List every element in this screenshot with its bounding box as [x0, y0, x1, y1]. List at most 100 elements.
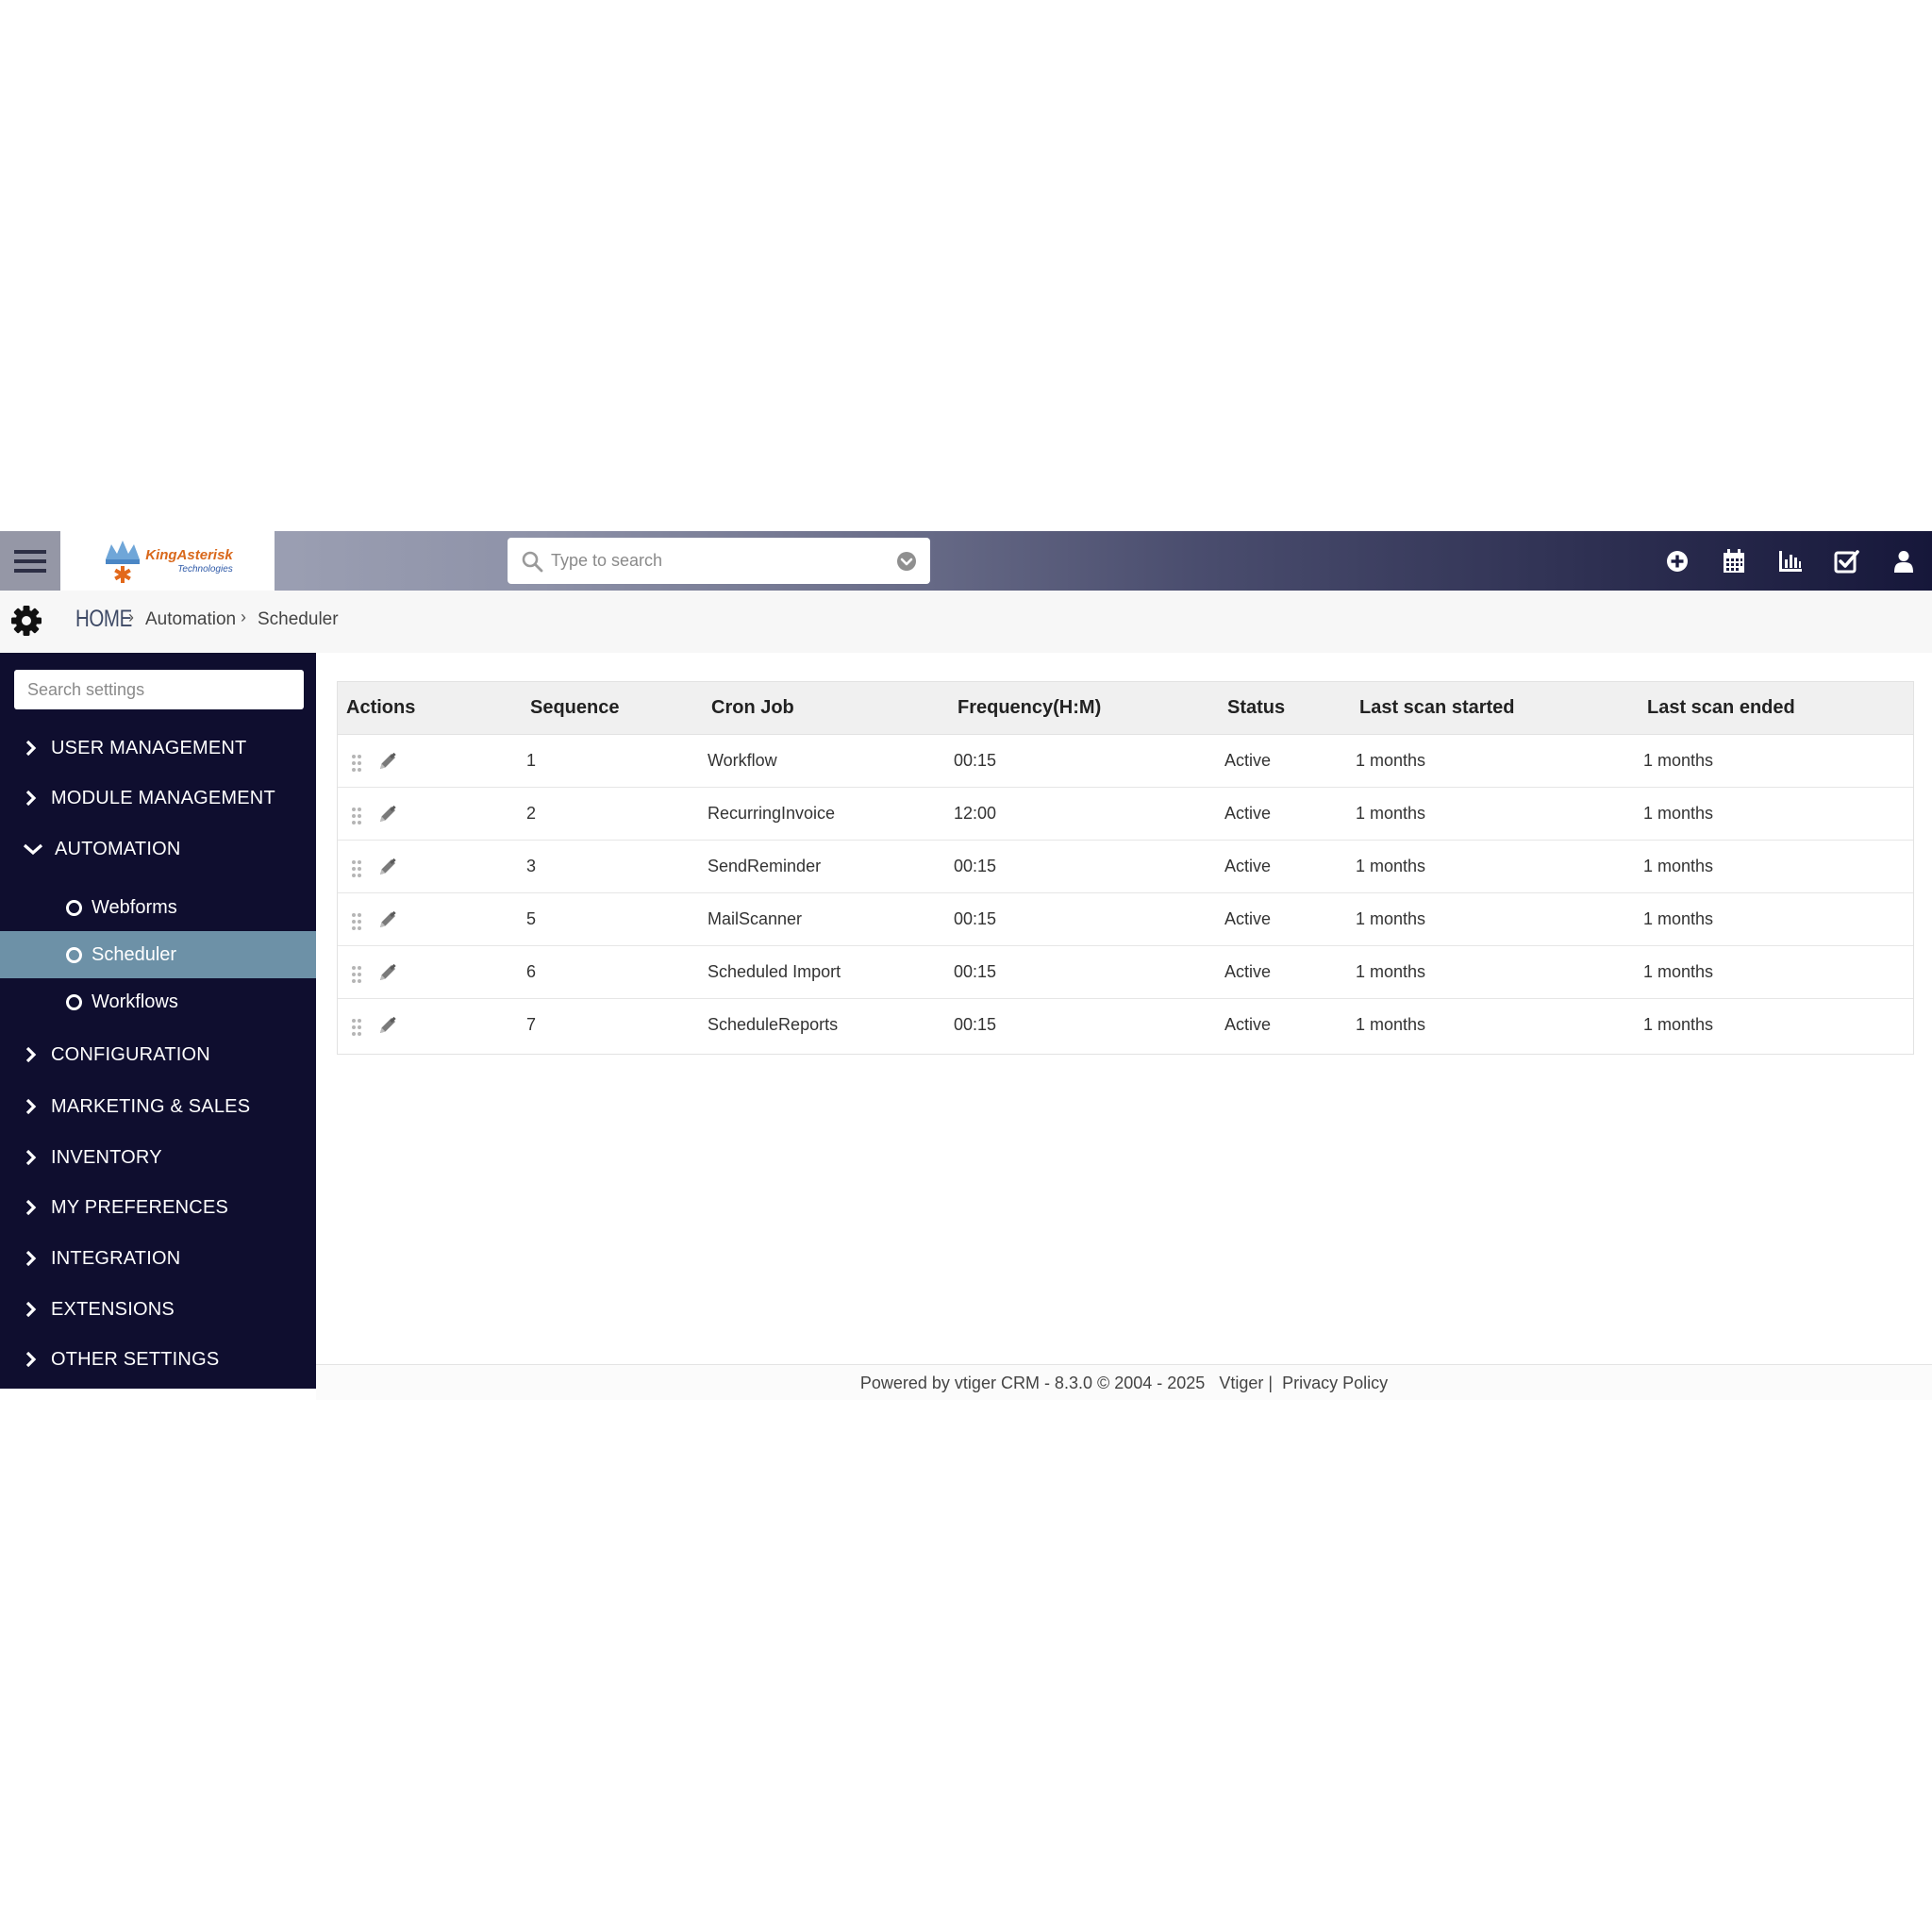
drag-handle-icon[interactable]: [351, 912, 362, 931]
sidebar-item-label: MY PREFERENCES: [51, 1196, 229, 1218]
cell-frequency: 00:15: [954, 909, 997, 928]
cell-sequence: 1: [526, 751, 537, 770]
cell-sequence: 2: [526, 804, 537, 823]
cell-status: Active: [1224, 804, 1272, 823]
sidebar-item-marketing-sales[interactable]: MARKETING & SALES: [0, 1083, 316, 1130]
cell-last-scan-started: 1 months: [1356, 804, 1426, 823]
drag-handle-icon[interactable]: [351, 859, 362, 878]
chevron-right-icon: [25, 1199, 37, 1216]
cell-last-scan-started: 1 months: [1356, 1015, 1426, 1034]
table-row: 3 SendReminder 00:15 Active 1 months 1 months: [338, 841, 1913, 893]
settings-sidebar: USER MANAGEMENT MODULE MANAGEMENT AUTOMA…: [0, 653, 316, 1389]
reports-button[interactable]: [1762, 531, 1819, 591]
circle-icon: [66, 993, 82, 1010]
footer-privacy-link[interactable]: Privacy Policy: [1282, 1374, 1388, 1392]
cell-last-scan-started: 1 months: [1356, 751, 1426, 770]
cell-sequence: 5: [526, 909, 537, 928]
cell-sequence: 6: [526, 962, 537, 981]
user-icon: [1894, 550, 1913, 573]
column-header-frequency: Frequency(H:M): [958, 697, 1102, 718]
table-row: 7 ScheduleReports 00:15 Active 1 months 1 mon…: [338, 999, 1913, 1054]
footer-vtiger-link[interactable]: Vtiger: [1219, 1374, 1263, 1392]
circle-icon: [66, 946, 82, 963]
quick-create-button[interactable]: [1649, 531, 1706, 591]
sidebar-item-integration[interactable]: INTEGRATION: [0, 1235, 316, 1282]
cell-last-scan-started: 1 months: [1356, 857, 1426, 875]
sidebar-item-configuration[interactable]: CONFIGURATION: [0, 1031, 316, 1078]
drag-handle-icon[interactable]: [351, 965, 362, 984]
cell-frequency: 12:00: [954, 804, 997, 823]
gear-icon[interactable]: [9, 604, 43, 638]
sidebar-item-extensions[interactable]: EXTENSIONS: [0, 1286, 316, 1333]
cell-sequence: 7: [526, 1015, 537, 1034]
logo-subtitle: Technologies: [177, 564, 233, 575]
app-menu-button[interactable]: [0, 531, 60, 591]
top-actions: [1649, 531, 1932, 591]
logo-name: KingAsterisk: [145, 547, 233, 563]
sidebar-item-label: MODULE MANAGEMENT: [51, 787, 275, 808]
cell-status: Active: [1224, 857, 1272, 875]
cell-cron-job: Scheduled Import: [708, 962, 841, 981]
pencil-icon[interactable]: [377, 751, 398, 772]
drag-handle-icon[interactable]: [351, 754, 362, 773]
chevron-right-icon: [25, 1098, 37, 1115]
cell-frequency: 00:15: [954, 751, 997, 770]
table-row: 5 MailScanner 00:15 Active 1 months 1 months: [338, 893, 1913, 946]
sidebar-subitem-label: Webforms: [92, 896, 177, 918]
column-header-cron-job: Cron Job: [711, 697, 794, 718]
plus-circle-icon: [1667, 550, 1688, 572]
chevron-down-icon: [23, 843, 43, 856]
footer-separator: |: [1268, 1374, 1274, 1392]
drag-handle-icon[interactable]: [351, 807, 362, 825]
table-header: Actions Sequence Cron Job Frequency(H:M)…: [338, 682, 1913, 735]
table-row: 6 Scheduled Import 00:15 Active 1 months 1 mo…: [338, 946, 1913, 999]
sidebar-subitem-label: Workflows: [92, 991, 178, 1012]
scheduler-table: Actions Sequence Cron Job Frequency(H:M)…: [337, 681, 1914, 1055]
drag-handle-icon[interactable]: [351, 1018, 362, 1037]
circle-icon: [66, 899, 82, 916]
cell-cron-job: Workflow: [708, 751, 777, 770]
sidebar-subitem-webforms[interactable]: Webforms: [0, 884, 316, 931]
sidebar-item-my-preferences[interactable]: MY PREFERENCES: [0, 1184, 316, 1231]
chevron-right-icon: [25, 1301, 37, 1318]
breadcrumb-separator-icon: ›: [128, 608, 134, 626]
pencil-icon[interactable]: [377, 909, 398, 930]
crown-logo-icon: [106, 540, 141, 583]
breadcrumb-automation[interactable]: Automation: [145, 609, 236, 630]
pencil-icon[interactable]: [377, 804, 398, 824]
cell-frequency: 00:15: [954, 1015, 997, 1034]
sidebar-item-automation[interactable]: AUTOMATION: [0, 825, 316, 873]
cell-status: Active: [1224, 751, 1272, 770]
pencil-icon[interactable]: [377, 962, 398, 983]
cell-last-scan-ended: 1 months: [1643, 857, 1714, 875]
settings-search-input[interactable]: [14, 670, 304, 709]
sidebar-subitem-scheduler[interactable]: Scheduler: [0, 931, 316, 978]
sidebar-subitem-workflows[interactable]: Workflows: [0, 978, 316, 1025]
global-search: [508, 538, 930, 584]
breadcrumb: HOME › Automation › Scheduler: [0, 591, 1932, 653]
tasks-button[interactable]: [1819, 531, 1875, 591]
company-logo[interactable]: KingAsterisk Technologies: [60, 531, 275, 591]
global-search-input[interactable]: [549, 541, 896, 580]
chevron-right-icon: [25, 1351, 37, 1368]
breadcrumb-home[interactable]: HOME: [75, 606, 132, 633]
calendar-button[interactable]: [1706, 531, 1762, 591]
pencil-icon[interactable]: [377, 1015, 398, 1036]
sidebar-item-module-management[interactable]: MODULE MANAGEMENT: [0, 774, 316, 822]
hamburger-icon: [14, 549, 46, 573]
cell-status: Active: [1224, 1015, 1272, 1034]
user-menu-button[interactable]: [1875, 531, 1932, 591]
chevron-right-icon: [25, 1149, 37, 1166]
chevron-right-icon: [25, 1250, 37, 1267]
cell-cron-job: RecurringInvoice: [708, 804, 836, 823]
cell-last-scan-started: 1 months: [1356, 962, 1426, 981]
search-icon: [522, 551, 543, 572]
sidebar-item-inventory[interactable]: INVENTORY: [0, 1134, 316, 1181]
column-header-last-scan-ended: Last scan ended: [1647, 697, 1795, 718]
chevron-down-circle-icon[interactable]: [896, 551, 917, 572]
pencil-icon[interactable]: [377, 857, 398, 877]
column-header-last-scan-started: Last scan started: [1359, 697, 1515, 718]
sidebar-item-user-management[interactable]: USER MANAGEMENT: [0, 724, 316, 772]
sidebar-item-other-settings[interactable]: OTHER SETTINGS: [0, 1336, 316, 1383]
sidebar-item-label: MARKETING & SALES: [51, 1095, 251, 1117]
